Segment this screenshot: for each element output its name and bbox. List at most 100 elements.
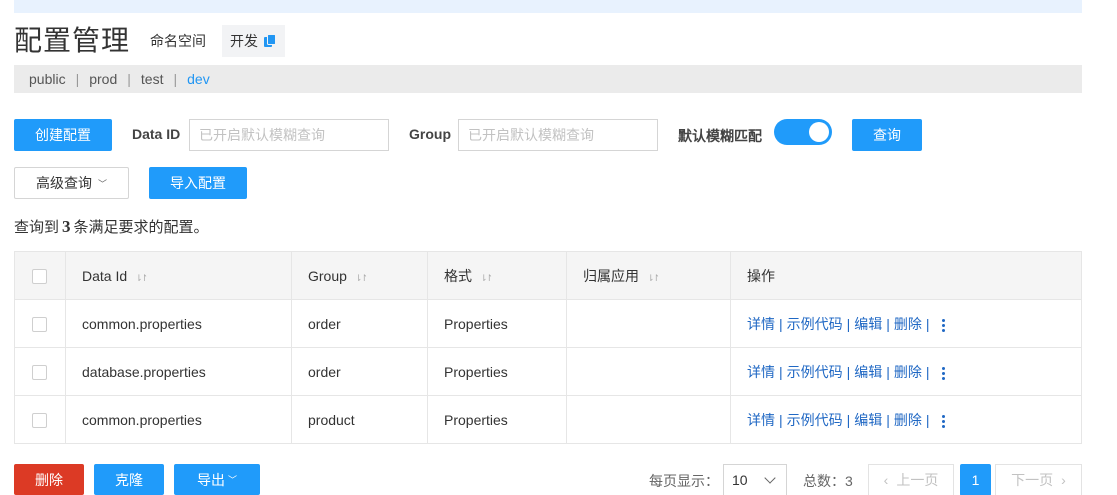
- fuzzy-match-label: 默认模糊匹配: [678, 128, 762, 144]
- column-header-actions: 操作: [730, 251, 1082, 300]
- page-size-label: 每页显示：: [649, 473, 719, 489]
- cell-app: [566, 299, 731, 348]
- page-title: 配置管理: [14, 25, 131, 56]
- sample-code-link[interactable]: 示例代码: [787, 364, 843, 380]
- row-checkbox-cell: [14, 299, 66, 348]
- prev-page-label: 上一页: [896, 472, 939, 488]
- cell-app: [566, 347, 731, 396]
- fuzzy-match-toggle[interactable]: [774, 119, 832, 145]
- prev-page-button[interactable]: ‹ 上一页: [868, 464, 954, 495]
- sample-code-link[interactable]: 示例代码: [787, 412, 843, 428]
- advanced-search-label: 高级查询: [35, 175, 92, 191]
- result-suffix: 条满足要求的配置。: [73, 219, 209, 236]
- action-separator: |: [886, 411, 890, 428]
- group-input[interactable]: [458, 119, 658, 151]
- namespace-item-prod[interactable]: prod: [89, 71, 117, 87]
- page-size-value: 10: [732, 472, 748, 488]
- column-header-app[interactable]: 归属应用 ⇂↾: [566, 251, 731, 300]
- namespace-separator: |: [173, 71, 178, 87]
- sort-icon[interactable]: ⇂↾: [480, 273, 493, 284]
- chevron-down-icon: ﹀: [97, 178, 107, 189]
- page-size-select[interactable]: 10: [723, 464, 787, 495]
- next-page-label: 下一页: [1011, 472, 1054, 488]
- column-header-label: Data Id: [82, 267, 128, 284]
- config-table: Data Id ⇂↾ Group ⇂↾ 格式 ⇂↾ 归属应用 ⇂↾ 操作 common.…: [14, 251, 1082, 444]
- export-label: 导出: [196, 471, 225, 488]
- column-header-label: 归属应用: [583, 267, 639, 284]
- copy-icon[interactable]: [263, 34, 277, 48]
- data-id-input[interactable]: [189, 119, 389, 151]
- cell-format: Properties: [427, 299, 567, 348]
- clone-button[interactable]: 克隆: [94, 464, 164, 495]
- table-row: database.properties order Properties 详情 |…: [14, 347, 1082, 396]
- delete-link[interactable]: 删除: [894, 412, 922, 428]
- export-button[interactable]: 导出 ﹀: [174, 464, 260, 495]
- detail-link[interactable]: 详情: [747, 412, 775, 428]
- chevron-left-icon: ‹: [883, 472, 889, 488]
- action-separator: |: [779, 411, 783, 428]
- column-header-group[interactable]: Group ⇂↾: [291, 251, 428, 300]
- column-header-label: Group: [308, 267, 347, 284]
- column-header-label: 操作: [747, 267, 775, 284]
- select-all-checkbox[interactable]: [32, 268, 47, 284]
- create-config-button[interactable]: 创建配置: [14, 119, 112, 151]
- total-count: 总数：3: [803, 473, 853, 489]
- sample-code-link[interactable]: 示例代码: [787, 316, 843, 332]
- namespace-label: 命名空间: [150, 33, 207, 49]
- column-header-label: 格式: [444, 267, 472, 284]
- more-vertical-icon[interactable]: [941, 318, 946, 332]
- action-separator: |: [886, 363, 890, 380]
- namespace-separator: |: [127, 71, 131, 87]
- cell-group: order: [291, 347, 428, 396]
- header-checkbox-cell: [14, 251, 66, 300]
- data-id-label: Data ID: [132, 126, 181, 142]
- import-config-button[interactable]: 导入配置: [149, 167, 247, 199]
- edit-link[interactable]: 编辑: [854, 316, 882, 332]
- result-prefix: 查询到: [14, 219, 60, 236]
- page-number-current[interactable]: 1: [960, 464, 991, 495]
- more-vertical-icon[interactable]: [941, 414, 946, 428]
- namespace-item-dev[interactable]: dev: [187, 71, 210, 87]
- cell-actions: 详情 | 示例代码 | 编辑 | 删除 |: [730, 395, 1082, 444]
- column-header-format[interactable]: 格式 ⇂↾: [427, 251, 567, 300]
- batch-delete-button[interactable]: 删除: [14, 464, 84, 495]
- row-checkbox[interactable]: [32, 364, 47, 380]
- column-header-data-id[interactable]: Data Id ⇂↾: [65, 251, 292, 300]
- edit-link[interactable]: 编辑: [854, 412, 882, 428]
- next-page-button[interactable]: 下一页 ›: [995, 464, 1082, 495]
- delete-link[interactable]: 删除: [894, 316, 922, 332]
- title-row: 配置管理 命名空间 开发: [14, 24, 286, 58]
- namespace-item-test[interactable]: test: [141, 71, 164, 87]
- cell-actions: 详情 | 示例代码 | 编辑 | 删除 |: [730, 347, 1082, 396]
- cell-actions: 详情 | 示例代码 | 编辑 | 删除 |: [730, 299, 1082, 348]
- detail-link[interactable]: 详情: [747, 316, 775, 332]
- row-checkbox[interactable]: [32, 412, 47, 428]
- sort-icon[interactable]: ⇂↾: [135, 273, 148, 284]
- cell-app: [566, 395, 731, 444]
- detail-link[interactable]: 详情: [747, 364, 775, 380]
- chevron-down-icon: [764, 472, 776, 484]
- edit-link[interactable]: 编辑: [854, 364, 882, 380]
- sort-icon[interactable]: ⇂↾: [355, 273, 368, 284]
- chevron-right-icon: ›: [1061, 472, 1066, 488]
- table-row: common.properties product Properties 详情 |…: [14, 395, 1082, 444]
- action-separator: |: [925, 315, 930, 332]
- top-banner: [14, 0, 1082, 13]
- action-separator: |: [846, 363, 851, 380]
- action-separator: |: [846, 315, 851, 332]
- toggle-knob: [809, 122, 829, 142]
- row-checkbox[interactable]: [32, 316, 47, 332]
- cell-group: product: [291, 395, 428, 444]
- namespace-item-public[interactable]: public: [29, 71, 66, 87]
- delete-link[interactable]: 删除: [894, 364, 922, 380]
- sort-icon[interactable]: ⇂↾: [647, 273, 660, 284]
- action-separator: |: [846, 411, 851, 428]
- cell-data-id: common.properties: [65, 299, 292, 348]
- advanced-search-button[interactable]: 高级查询 ﹀: [14, 167, 129, 199]
- table-header-row: Data Id ⇂↾ Group ⇂↾ 格式 ⇂↾ 归属应用 ⇂↾ 操作: [14, 251, 1082, 300]
- group-label: Group: [409, 126, 451, 142]
- more-vertical-icon[interactable]: [941, 366, 946, 380]
- search-button[interactable]: 查询: [852, 119, 922, 151]
- action-separator: |: [886, 315, 890, 332]
- action-separator: |: [925, 363, 930, 380]
